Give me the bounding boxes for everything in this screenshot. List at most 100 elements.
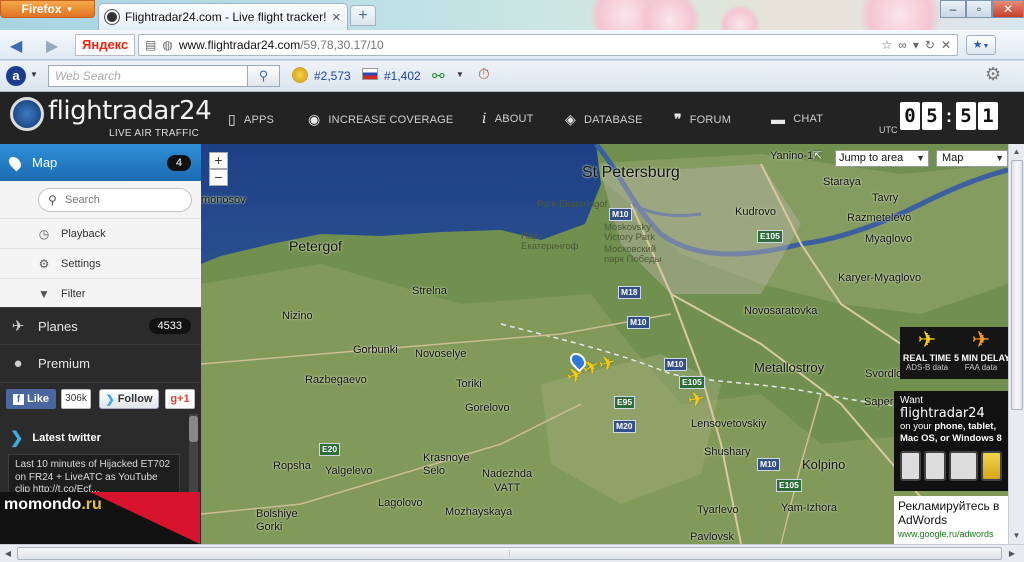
map-label: Tyarlevo [697,504,739,516]
search-icon: ⚲ [258,68,269,83]
premium-label: Premium [38,355,91,371]
playback-label: Playback [61,227,106,240]
sidebar-item-map[interactable]: Map 4 [0,144,201,181]
zoom-in-button[interactable]: + [209,152,228,169]
google-adwords-ad[interactable]: Рекламируйтесь в AdWords www.google.ru/a… [894,496,1008,544]
reload-icon[interactable]: ↻ [925,38,935,52]
radar-logo-icon[interactable] [10,97,44,131]
sidebar-item-playback[interactable]: ◷ Playback [0,218,201,248]
chevron-down-icon: ▼ [995,153,1004,163]
map-label: Saper [864,396,894,408]
vertical-scrollbar[interactable]: ▲ ▼ [1008,144,1024,544]
gear-icon[interactable]: ⚙ [985,64,1001,85]
jump-label: Jump to area [839,152,904,164]
menu-database[interactable]: ◈ DATABASE [565,111,643,128]
flightradar-app-icon [980,451,1003,481]
map-label: monosov [201,194,246,206]
scroll-right-icon[interactable]: ▶ [1004,545,1020,562]
close-window-button[interactable]: ✕ [992,0,1024,18]
road-shield: M10 [627,316,650,329]
web-search-input[interactable]: Web Search [48,65,248,87]
scroll-down-icon[interactable]: ▼ [1009,528,1024,544]
expand-icon[interactable]: ⇱ [813,149,822,162]
minimize-button[interactable]: – [940,0,966,18]
sidebar-item-premium[interactable]: ● Premium [0,344,201,381]
map-label: VATT [494,482,521,494]
chevron-down-icon[interactable]: ▼ [456,70,464,79]
plane-marker-icon[interactable]: ✈ [686,388,706,413]
logo-subtitle: LIVE AIR TRAFFIC [109,128,200,139]
russia-flag-icon [362,68,378,80]
map-label: Metallostroy [754,360,825,375]
bookmarks-button[interactable]: ★▼ [966,35,996,55]
url-bar[interactable]: ▤ ◍ www.flightradar24.com/59.78,30.17/10… [138,34,958,56]
star-icon[interactable]: ☆ [882,38,893,52]
map-label: Nadezhda [482,468,533,480]
sidebar-item-planes[interactable]: ✈ Planes 4533 [0,307,201,344]
map-pin-icon [6,154,24,171]
menu-forum[interactable]: ❞ FORUM [674,111,731,128]
road-shield: M20 [613,420,636,433]
settings-label: Settings [61,257,101,270]
site-logo[interactable]: flightradar24 [48,96,212,126]
glasses-icon[interactable]: ∞ [898,38,907,52]
link-icon[interactable]: ⚯ [432,67,445,85]
menu-about[interactable]: i ABOUT [482,111,534,127]
ad-decoration [90,492,200,544]
chevron-down-icon[interactable]: ▼ [30,70,38,79]
delay-sub: FAA data [964,363,998,372]
menu-chat[interactable]: ▬ CHAT [771,111,823,127]
flight-search-input[interactable]: ⚲ Search [38,188,192,212]
dropdown-arrow-icon[interactable]: ▾ [913,38,919,52]
map-label: Toriki [456,378,482,390]
sidebar-item-settings[interactable]: ⚙ Settings [0,248,201,278]
stopwatch-icon[interactable]: ⏱ [478,66,490,83]
facebook-like-button[interactable]: f Like [6,389,56,409]
jump-to-area-select[interactable]: Jump to area ▼ [835,150,929,167]
momondo-ad[interactable]: momondo.ru [0,492,200,544]
map-label: Krasnoye Selo [423,452,470,477]
forward-arrow-icon[interactable]: ▶ [46,36,58,56]
data-source-legend[interactable]: ✈ REAL TIME ADS-B data ✈ 5 MIN DELAY FAA… [900,327,1008,379]
plane-icon: ✈ [917,327,937,352]
firefox-menu-label: Firefox [21,2,62,16]
twitter-heading-label: Latest twitter [32,432,101,444]
new-tab-button[interactable]: + [350,5,376,26]
ask-logo-icon[interactable]: a [6,66,26,86]
back-arrow-icon[interactable]: ◀ [10,36,22,56]
sidebar-item-filter[interactable]: ▼ Filter [0,278,201,308]
road-shield: M10 [664,358,687,371]
stop-icon[interactable]: ✕ [941,38,951,52]
google-plus-button[interactable]: g+1 [165,389,195,409]
facebook-icon: f [12,393,24,405]
scroll-up-icon[interactable]: ▲ [1009,144,1024,160]
search-placeholder: Search [65,194,100,206]
zoom-out-button[interactable]: − [209,169,228,186]
maximize-button[interactable]: ▫ [966,0,992,18]
menu-increase-coverage[interactable]: ◉ INCREASE COVERAGE [308,111,453,128]
map-type-select[interactable]: Map ▼ [936,150,1008,167]
browser-tab[interactable]: Flightradar24.com - Live flight tracker!… [98,3,348,30]
map-count-badge: 4 [166,154,191,171]
ad-brand: momondo [4,496,82,513]
delay-title: 5 MIN DELAY [954,353,1008,363]
map-label: Ropsha [273,460,311,472]
search-icon: ⚲ [48,193,57,207]
url-host: www.flightradar24.com [178,38,301,52]
delay-legend: ✈ 5 MIN DELAY FAA data [954,327,1008,379]
flight-map[interactable]: + − ⇱ Jump to area ▼ Map ▼ St Petersburg P… [201,144,1008,544]
vertical-scroll-thumb[interactable] [1011,160,1023,410]
clock-separator: : [946,106,952,126]
twitter-follow-button[interactable]: ❯ Follow [99,389,159,409]
adwords-title: Рекламируйтесь в AdWords [898,499,1000,527]
scroll-left-icon[interactable]: ◀ [0,545,16,562]
map-label: Kudrovo [735,206,776,218]
menu-apps[interactable]: ▯ APPS [228,111,274,128]
yandex-button[interactable]: Яндекс [75,34,135,56]
firefox-menu-button[interactable]: Firefox ▼ [0,0,95,18]
horizontal-scroll-thumb[interactable]: ⦙ [17,547,1002,560]
horizontal-scrollbar[interactable]: ◀ ⦙ ▶ [0,544,1024,562]
apps-ad[interactable]: Want flightradar24 on your phone, tablet… [894,391,1008,491]
close-tab-icon[interactable]: ✕ [332,11,341,24]
web-search-button[interactable]: ⚲ [248,65,280,87]
